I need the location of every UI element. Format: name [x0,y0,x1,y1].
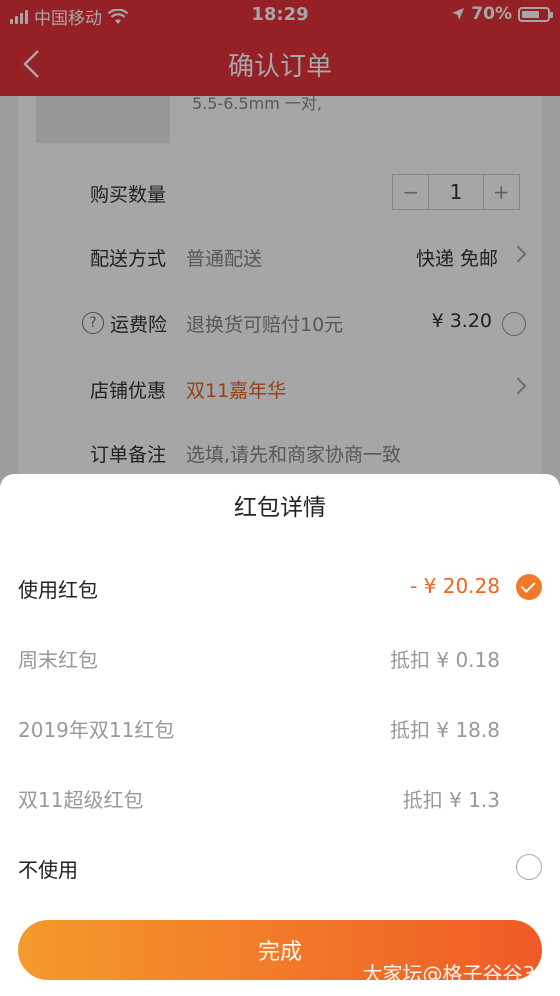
option-amount: 抵扣 ¥ 0.18 [390,648,500,672]
option-label: 周末红包 [18,648,98,672]
option-double11-super-red-packet: 双11超级红包 抵扣 ¥ 1.3 [0,768,560,828]
checkmark-icon[interactable] [516,574,542,600]
option-label: 不使用 [18,858,78,882]
option-amount: 抵扣 ¥ 1.3 [402,788,500,812]
sheet-title: 红包详情 [234,495,326,521]
option-weekend-red-packet: 周末红包 抵扣 ¥ 0.18 [0,628,560,688]
option-label: 使用红包 [18,578,98,602]
option-label: 2019年双11红包 [18,718,175,742]
option-amount: - ¥ 20.28 [410,574,500,598]
radio-icon[interactable] [516,854,542,880]
option-amount: 抵扣 ¥ 18.8 [390,718,500,742]
option-use-red-packet[interactable]: 使用红包 - ¥ 20.28 [0,558,560,618]
option-2019-double11-red-packet: 2019年双11红包 抵扣 ¥ 18.8 [0,698,560,758]
watermark: 大家坛@格子谷谷32 [362,962,548,986]
option-no-use[interactable]: 不使用 [0,838,560,898]
red-packet-sheet: 红包详情 使用红包 - ¥ 20.28 周末红包 抵扣 ¥ 0.18 2019年… [0,474,560,996]
option-label: 双11超级红包 [18,788,144,812]
